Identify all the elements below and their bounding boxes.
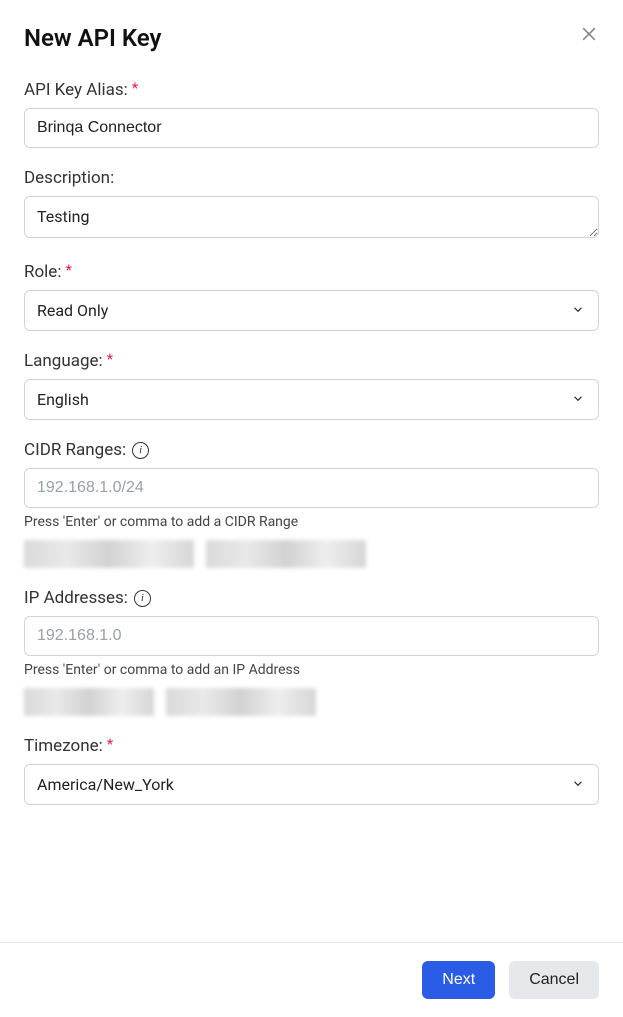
- ip-hint: Press 'Enter' or comma to add an IP Addr…: [24, 662, 599, 678]
- language-select[interactable]: English: [24, 379, 599, 420]
- alias-input[interactable]: [24, 108, 599, 148]
- timezone-label: Timezone:: [24, 736, 103, 756]
- cidr-chips: [24, 540, 599, 568]
- next-button[interactable]: Next: [422, 961, 495, 999]
- cidr-hint: Press 'Enter' or comma to add a CIDR Ran…: [24, 514, 599, 530]
- ip-chip[interactable]: [24, 688, 154, 716]
- ip-chip[interactable]: [166, 688, 316, 716]
- cidr-chip[interactable]: [206, 540, 366, 568]
- close-button[interactable]: [579, 24, 599, 44]
- modal-footer: Next Cancel: [0, 942, 623, 1017]
- alias-label: API Key Alias:: [24, 80, 128, 100]
- ip-chips: [24, 688, 599, 716]
- required-indicator: *: [132, 81, 138, 96]
- role-label: Role:: [24, 262, 61, 282]
- cidr-label: CIDR Ranges:: [24, 440, 126, 460]
- info-icon[interactable]: i: [134, 590, 151, 607]
- required-indicator: *: [65, 263, 71, 278]
- ip-label: IP Addresses:: [24, 588, 128, 608]
- cidr-input[interactable]: [24, 468, 599, 508]
- ip-input[interactable]: [24, 616, 599, 656]
- close-icon: [579, 32, 599, 47]
- description-input[interactable]: Testing: [24, 196, 599, 238]
- description-label: Description:: [24, 168, 114, 188]
- required-indicator: *: [107, 352, 113, 367]
- info-icon[interactable]: i: [132, 442, 149, 459]
- role-select[interactable]: Read Only: [24, 290, 599, 331]
- cidr-chip[interactable]: [24, 540, 194, 568]
- timezone-select[interactable]: America/New_York: [24, 764, 599, 805]
- modal-title: New API Key: [24, 24, 161, 52]
- cancel-button[interactable]: Cancel: [509, 961, 599, 999]
- language-label: Language:: [24, 351, 103, 371]
- required-indicator: *: [107, 737, 113, 752]
